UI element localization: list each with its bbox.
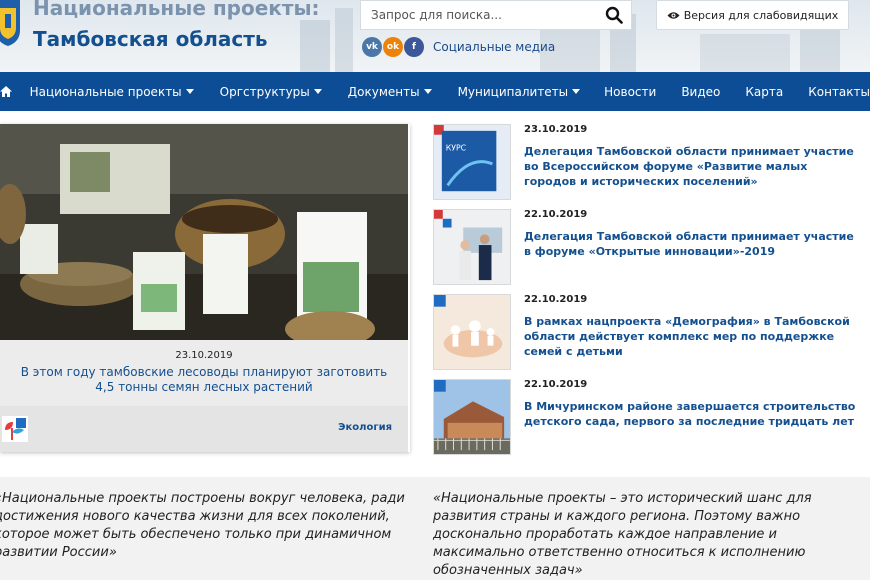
nav-org-structures[interactable]: Оргструктуры [220, 72, 322, 111]
nav-video[interactable]: Видео [681, 72, 720, 111]
site-header: Национальные проекты: Тамбовская область… [0, 0, 870, 72]
nav-news[interactable]: Новости [604, 72, 656, 111]
news-title[interactable]: В рамках нацпроекта «Демография» в Тамбо… [524, 314, 856, 359]
vk-icon[interactable]: vk [362, 37, 382, 57]
quote-right: «Национальные проекты – это исторический… [433, 491, 812, 578]
news-list-item[interactable]: 22.10.2019 Делегация Тамбовской области … [433, 209, 863, 287]
ok-icon[interactable]: ok [383, 37, 403, 57]
news-date: 23.10.2019 [524, 124, 588, 135]
featured-news-title[interactable]: В этом году тамбовские лесоводы планирую… [20, 365, 388, 395]
news-title[interactable]: В Мичуринском районе завершается строите… [524, 399, 856, 429]
quotes-section: «Национальные проекты построены вокруг ч… [0, 477, 870, 580]
search-icon[interactable] [605, 6, 623, 24]
social-media-link[interactable]: Социальные медиа [433, 40, 555, 54]
social-media-links: vk ok f Социальные медиа [362, 37, 555, 57]
caret-down-icon [423, 89, 432, 94]
news-list-item[interactable]: 22.10.2019 В Мичуринском районе завершае… [433, 379, 863, 457]
main-navigation: Национальные проекты Оргструктуры Докуме… [0, 72, 870, 111]
category-tag-ecology[interactable]: Экология [338, 422, 392, 433]
coat-of-arms-logo[interactable] [0, 0, 22, 46]
home-icon [0, 86, 12, 97]
site-title-region[interactable]: Тамбовская область [33, 27, 268, 51]
svg-text:КУРС: КУРС [446, 143, 466, 152]
news-thumbnail[interactable]: КУРС [433, 124, 511, 200]
page: Национальные проекты: Тамбовская область… [0, 0, 870, 580]
news-list-item[interactable]: 22.10.2019 В рамках нацпроекта «Демограф… [433, 294, 863, 372]
site-title-top: Национальные проекты: [33, 0, 320, 20]
caret-down-icon [185, 89, 194, 94]
nav-contacts[interactable]: Контакты [808, 72, 870, 111]
featured-news-photo[interactable] [0, 124, 408, 340]
quote-left: «Национальные проекты построены вокруг ч… [0, 491, 405, 560]
nav-map[interactable]: Карта [745, 72, 783, 111]
news-date: 22.10.2019 [524, 209, 588, 220]
nav-national-projects[interactable]: Национальные проекты [30, 72, 194, 111]
nav-municipalities[interactable]: Муниципалитеты [458, 72, 581, 111]
news-list-item[interactable]: КУРС 23.10.2019 Делегация Тамбовской обл… [433, 124, 863, 202]
caret-down-icon [313, 89, 322, 94]
news-date: 22.10.2019 [524, 294, 588, 305]
search-box [360, 0, 632, 30]
search-input[interactable] [361, 1, 591, 29]
nav-documents[interactable]: Документы [348, 72, 432, 111]
news-title[interactable]: Делегация Тамбовской области принимает у… [524, 229, 856, 259]
featured-news-date: 23.10.2019 [175, 350, 233, 361]
news-date: 22.10.2019 [524, 379, 588, 390]
news-thumbnail[interactable] [433, 379, 511, 455]
caret-down-icon [572, 89, 581, 94]
featured-news-caption: 23.10.2019 В этом году тамбовские лесово… [0, 340, 408, 406]
news-thumbnail[interactable] [433, 209, 511, 285]
featured-news-card[interactable]: 23.10.2019 В этом году тамбовские лесово… [0, 124, 410, 452]
news-thumbnail[interactable] [433, 294, 511, 370]
news-title[interactable]: Делегация Тамбовской области принимает у… [524, 144, 856, 189]
low-vision-label: Версия для слабовидящих [683, 8, 839, 22]
facebook-icon[interactable]: f [404, 37, 424, 57]
featured-news-footer: Экология [0, 406, 408, 452]
eye-icon [667, 11, 680, 19]
ecology-project-icon [2, 416, 28, 442]
home-link[interactable] [0, 72, 22, 111]
low-vision-button[interactable]: Версия для слабовидящих [656, 0, 849, 30]
